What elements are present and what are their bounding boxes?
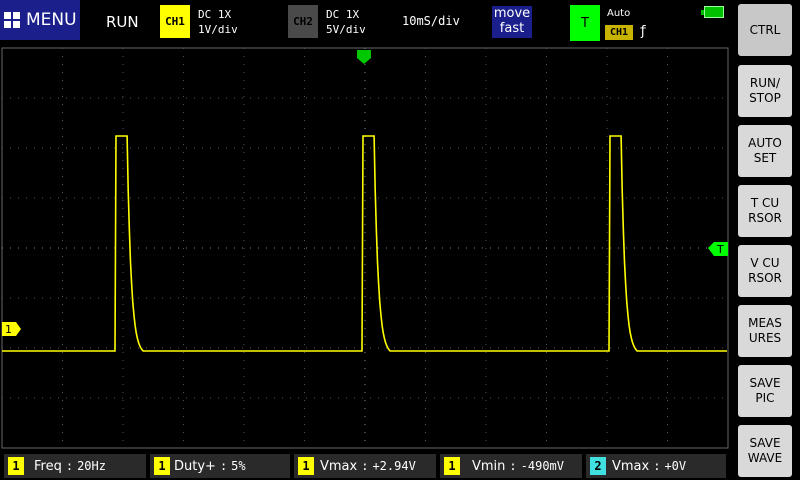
trigger-position-marker[interactable] [357, 50, 371, 64]
ch1-scale: 1V/div [198, 23, 238, 36]
menu-label: MENU [26, 10, 77, 30]
top-status-bar: MENU RUN CH1 DC 1X 1V/div CH2 DC 1X 5V/d… [0, 0, 730, 44]
ch2-scale: 5V/div [326, 23, 366, 36]
auto-set-button[interactable]: AUTO SET [738, 125, 792, 177]
scope-graticule: T 1 [1, 47, 729, 449]
trigger-source[interactable]: CH1 [605, 25, 633, 40]
v-cursor-button[interactable]: V CU RSOR [738, 245, 792, 297]
ch1-coupling: DC 1X [198, 8, 232, 21]
ch1-settings[interactable]: DC 1X 1V/div [198, 7, 238, 37]
battery-icon [701, 6, 724, 18]
right-sidebar: CTRL RUN/ STOP AUTO SET T CU RSOR V CU R… [730, 0, 800, 480]
measurement-value: 5% [231, 459, 246, 473]
measures-button[interactable]: MEAS URES [738, 305, 792, 357]
trigger-badge[interactable]: T [570, 5, 600, 41]
ch2-badge[interactable]: CH2 [288, 5, 318, 38]
ch1-level-marker[interactable]: 1 [2, 322, 21, 336]
ch1-level-label: 1 [5, 323, 12, 336]
save-pic-button[interactable]: SAVE PIC [738, 365, 792, 417]
move-label: move [493, 6, 531, 21]
measurement-vmin[interactable]: 1 Vmin : -490mV [440, 454, 582, 478]
measurement-channel: 1 [444, 457, 460, 475]
t-cursor-button[interactable]: T CU RSOR [738, 185, 792, 237]
measurement-duty[interactable]: 1 Duty+ : 5% [150, 454, 290, 478]
grid [1, 47, 729, 449]
trigger-level-label: T [716, 243, 724, 256]
measurement-vmax-ch1[interactable]: 1 Vmax : +2.94V [294, 454, 436, 478]
grid-menu-icon [4, 12, 20, 28]
measurement-channel: 2 [590, 457, 606, 475]
measurement-label: Vmin [472, 458, 506, 474]
save-wave-button[interactable]: SAVE WAVE [738, 425, 792, 477]
measurement-freq[interactable]: 1 Freq : 20Hz [4, 454, 146, 478]
ch1-badge[interactable]: CH1 [160, 5, 190, 38]
move-speed: fast [499, 21, 525, 36]
run-status: RUN [106, 13, 139, 31]
measurement-label: Freq [34, 458, 62, 474]
menu-button[interactable]: MENU [0, 0, 80, 40]
measurement-bar: 1 Freq : 20Hz 1 Duty+ : 5% 1 Vmax : +2.9… [0, 450, 730, 480]
ch2-settings[interactable]: DC 1X 5V/div [326, 7, 366, 37]
trigger-level-marker[interactable]: T [708, 242, 728, 256]
trigger-mode[interactable]: Auto [607, 8, 630, 19]
move-speed-button[interactable]: move fast [492, 6, 532, 38]
measurement-channel: 1 [154, 457, 170, 475]
scope-display[interactable]: T 1 [0, 44, 730, 450]
measurement-channel: 1 [8, 457, 24, 475]
measurement-channel: 1 [298, 457, 314, 475]
ctrl-button[interactable]: CTRL [738, 4, 792, 56]
measurement-vmax-ch2[interactable]: 2 Vmax : +0V [586, 454, 726, 478]
ch2-coupling: DC 1X [326, 8, 360, 21]
run-stop-button[interactable]: RUN/ STOP [738, 65, 792, 117]
measurement-value: -490mV [520, 459, 565, 473]
measurement-label: Vmax [612, 458, 650, 474]
measurement-value: +0V [664, 459, 687, 473]
measurement-value: 20Hz [77, 459, 106, 473]
measurement-value: +2.94V [372, 459, 416, 473]
measurement-label: Duty+ [174, 458, 216, 474]
measurement-label: Vmax [320, 458, 358, 474]
timebase[interactable]: 10mS/div [402, 14, 460, 28]
rising-edge-icon: ƒ [639, 24, 647, 39]
